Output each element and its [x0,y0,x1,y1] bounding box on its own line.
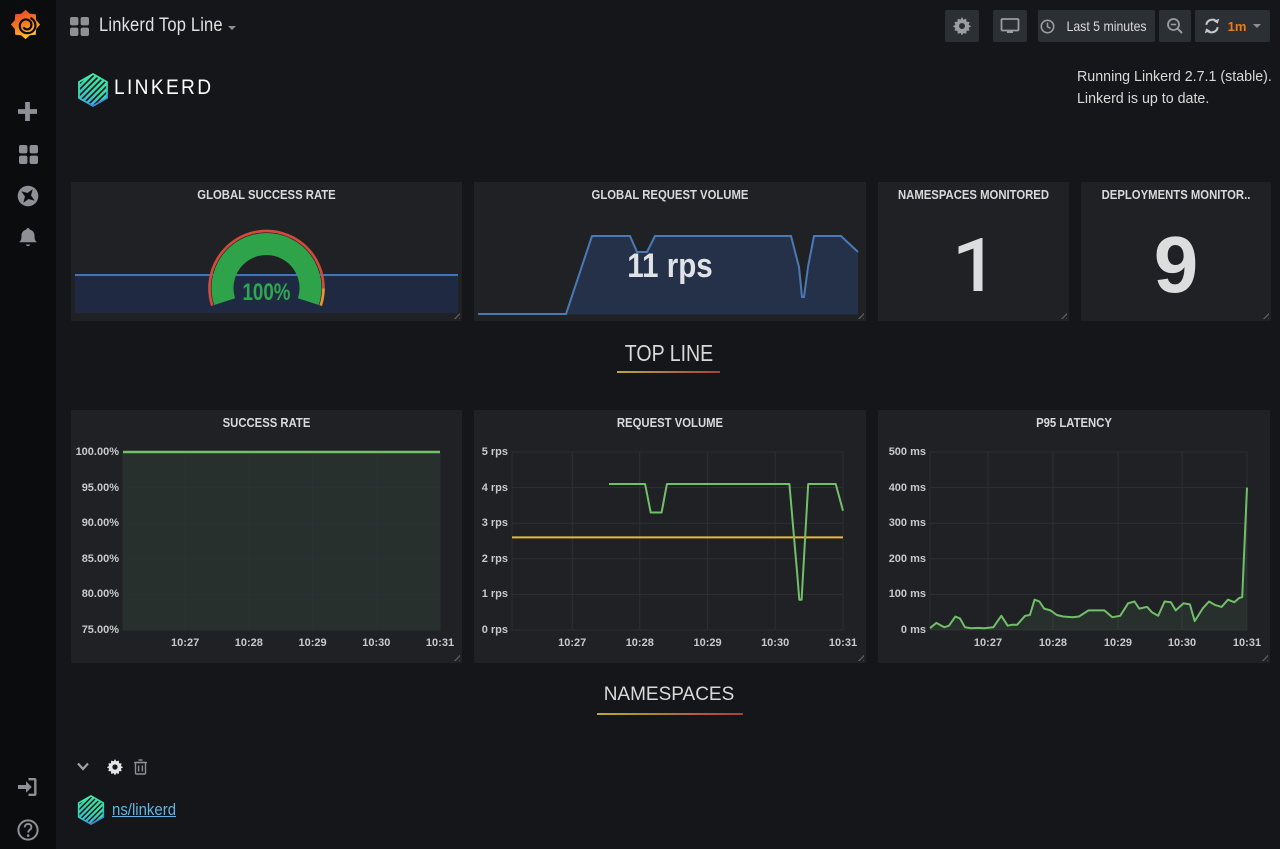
svg-text:100%: 100% [243,279,291,306]
